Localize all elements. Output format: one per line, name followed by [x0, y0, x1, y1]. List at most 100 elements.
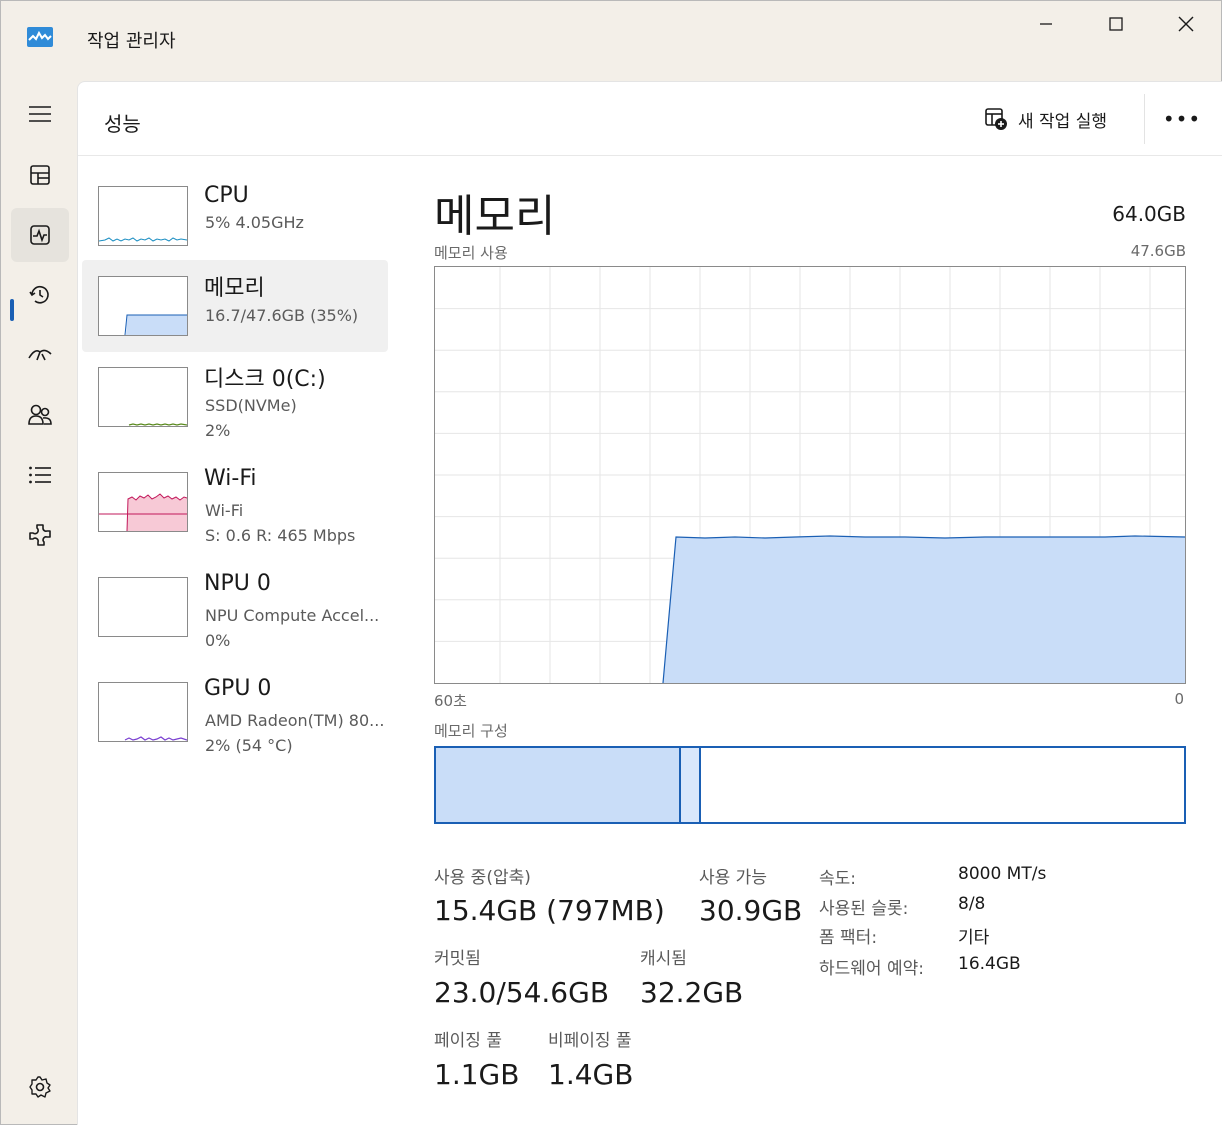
slots-used-value: 8/8 [958, 894, 986, 914]
nav-users[interactable] [11, 388, 69, 442]
composition-in-use-segment [436, 748, 681, 822]
perf-item-subtitle: Wi-Fi [205, 501, 244, 520]
wifi-thumbnail-graph [98, 472, 188, 532]
nav-app-history[interactable] [11, 268, 69, 322]
committed-value: 23.0/54.6GB [434, 976, 610, 1009]
nonpaged-pool-label: 비페이징 풀 [548, 1031, 632, 1051]
perf-item-title: 메모리 [204, 276, 265, 301]
in-use-value: 15.4GB (797MB) [434, 894, 665, 927]
perf-item-disk[interactable]: 디스크 0(C:) SSD(NVMe) 2% [82, 356, 388, 448]
disk-thumbnail-graph [98, 367, 188, 427]
nav-settings[interactable] [11, 1060, 69, 1114]
cpu-thumbnail-graph [98, 186, 188, 246]
memory-composition-bar [434, 746, 1186, 824]
committed-label: 커밋됨 [434, 949, 481, 969]
processes-icon [30, 165, 50, 185]
perf-item-subtitle-2: 0% [205, 631, 231, 650]
nav-performance[interactable] [11, 208, 69, 262]
perf-item-title: NPU 0 [204, 571, 271, 596]
nav-startup-apps[interactable] [11, 328, 69, 382]
perf-item-npu[interactable]: NPU 0 NPU Compute Accel... 0% [82, 566, 388, 658]
perf-item-title: CPU [204, 183, 249, 208]
resource-title: 메모리 [434, 191, 556, 242]
memory-usage-area [663, 537, 1185, 683]
gpu-thumbnail-graph [98, 682, 188, 742]
run-new-task-icon [985, 108, 1007, 130]
memory-detail-panel: 메모리 64.0GB 메모리 사용 47.6GB 60초 0 메모리 구성 사용… [434, 156, 1186, 1116]
header-divider [1144, 94, 1145, 144]
nav-menu-toggle[interactable] [11, 87, 69, 141]
more-options-button[interactable]: ••• [1162, 106, 1202, 132]
composition-modified-segment [681, 748, 701, 822]
perf-item-cpu[interactable]: CPU 5% 4.05GHz [82, 174, 388, 266]
close-icon [1178, 16, 1194, 32]
graph-axis-left-label: 60초 [434, 692, 467, 710]
run-new-task-label: 새 작업 실행 [1018, 111, 1108, 132]
perf-item-subtitle-2: 2% [205, 421, 231, 440]
close-button[interactable] [1163, 11, 1209, 37]
speed-label: 속도: [819, 869, 857, 889]
available-value: 30.9GB [699, 894, 803, 927]
perf-item-memory[interactable]: 메모리 16.7/47.6GB (35%) [82, 260, 388, 352]
slots-used-label: 사용된 슬롯: [819, 899, 909, 919]
task-manager-window: 작업 관리자 성능 새 작업 실행 ••• CPU 5% 4.05GHz 메모리… [0, 0, 1222, 1125]
paged-pool-label: 페이징 풀 [434, 1031, 502, 1051]
npu-thumbnail-graph [98, 577, 188, 637]
more-options-icon: ••• [1162, 107, 1202, 131]
cached-value: 32.2GB [640, 976, 744, 1009]
nav-services[interactable] [11, 508, 69, 562]
available-label: 사용 가능 [699, 868, 767, 888]
paged-pool-value: 1.1GB [434, 1058, 520, 1091]
maximize-icon [1109, 17, 1123, 31]
perf-item-title: 디스크 0(C:) [204, 367, 326, 392]
users-icon [28, 404, 52, 425]
perf-item-subtitle: 5% 4.05GHz [205, 213, 304, 232]
app-history-icon [29, 285, 49, 304]
memory-composition-label: 메모리 구성 [434, 722, 508, 740]
services-icon [29, 524, 51, 546]
perf-item-subtitle: AMD Radeon(TM) 80... [205, 711, 385, 730]
minimize-button[interactable] [1023, 11, 1069, 37]
hardware-reserved-label: 하드웨어 예약: [819, 959, 924, 979]
title-bar: 작업 관리자 [1, 1, 1221, 77]
content-pane: 성능 새 작업 실행 ••• CPU 5% 4.05GHz 메모리 16.7/4… [77, 81, 1222, 1125]
run-new-task-button[interactable]: 새 작업 실행 [984, 104, 1107, 134]
app-title: 작업 관리자 [87, 31, 176, 52]
nonpaged-pool-value: 1.4GB [548, 1058, 634, 1091]
memory-thumbnail-graph [98, 276, 188, 336]
perf-item-title: GPU 0 [204, 676, 272, 701]
in-use-label: 사용 중(압축) [434, 868, 531, 888]
navigation-rail [1, 77, 77, 1125]
task-manager-app-icon [27, 27, 53, 47]
perf-item-subtitle: NPU Compute Accel... [205, 606, 380, 625]
page-header: 성능 새 작업 실행 ••• [78, 82, 1222, 156]
startup-apps-icon [28, 349, 52, 361]
memory-usage-label: 메모리 사용 [434, 244, 508, 262]
settings-icon [29, 1076, 51, 1098]
nav-active-indicator [10, 299, 14, 321]
perf-item-subtitle: 16.7/47.6GB (35%) [205, 306, 359, 325]
nav-processes[interactable] [11, 148, 69, 202]
perf-item-title: Wi-Fi [204, 466, 257, 491]
perf-item-gpu[interactable]: GPU 0 AMD Radeon(TM) 80... 2% (54 °C) [82, 671, 388, 763]
hamburger-menu-icon [29, 106, 51, 122]
perf-item-subtitle-2: S: 0.6 R: 465 Mbps [205, 526, 356, 545]
minimize-icon [1040, 23, 1052, 25]
nav-details[interactable] [11, 448, 69, 502]
performance-icon [30, 225, 50, 245]
graph-axis-right-label: 0 [1174, 690, 1184, 708]
form-factor-value: 기타 [958, 928, 990, 948]
memory-usage-graph [434, 266, 1186, 684]
hardware-reserved-value: 16.4GB [958, 954, 1021, 974]
speed-value: 8000 MT/s [958, 864, 1047, 884]
details-icon [29, 466, 51, 484]
total-memory: 64.0GB [1112, 202, 1186, 226]
memory-usage-max: 47.6GB [1130, 242, 1186, 260]
perf-item-subtitle-2: 2% (54 °C) [205, 736, 293, 755]
cached-label: 캐시됨 [640, 949, 687, 969]
page-title: 성능 [104, 112, 141, 136]
perf-item-wifi[interactable]: Wi-Fi Wi-Fi S: 0.6 R: 465 Mbps [82, 461, 388, 553]
perf-item-subtitle: SSD(NVMe) [205, 396, 297, 415]
form-factor-label: 폼 팩터: [819, 928, 878, 948]
maximize-button[interactable] [1093, 11, 1139, 37]
